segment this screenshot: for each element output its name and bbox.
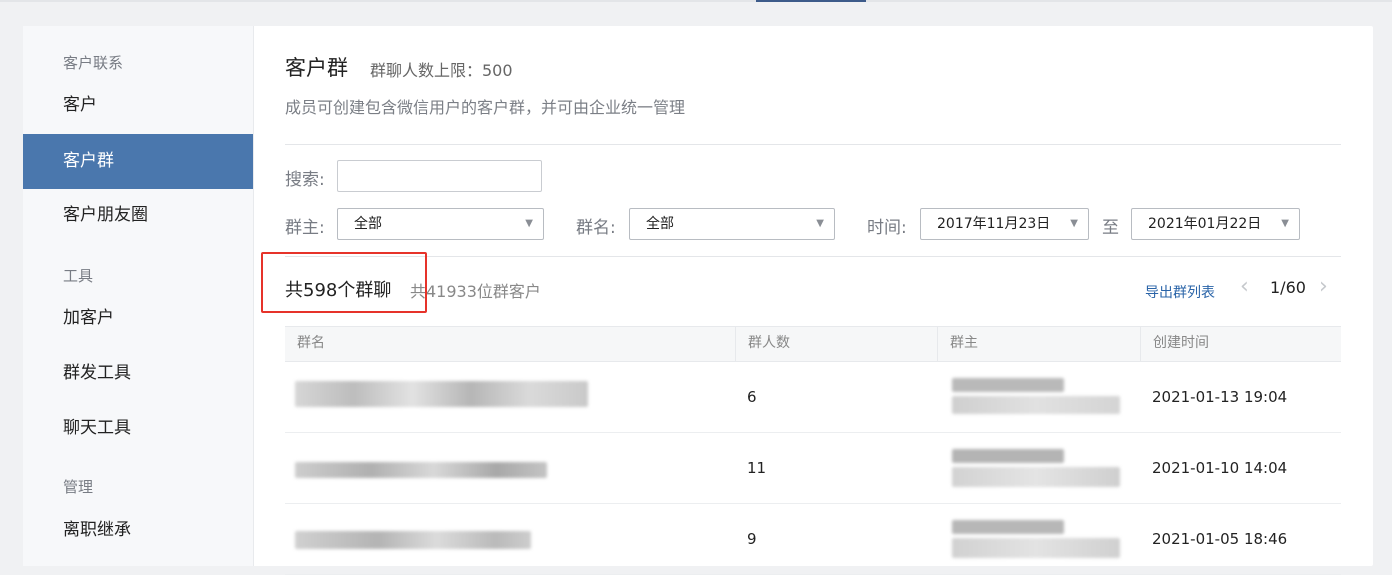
sidebar: 客户联系 客户 客户群 客户朋友圈 工具 加客户 群发工具 聊天工具 管理 离职… xyxy=(23,26,254,566)
group-name-select[interactable]: 全部 ▼ xyxy=(629,208,835,240)
page-title: 客户群 xyxy=(285,56,348,80)
sidebar-item-resigned-inheritance[interactable]: 离职继承 xyxy=(23,503,253,558)
page-description: 成员可创建包含微信用户的客户群，并可由企业统一管理 xyxy=(285,98,686,117)
member-count-cell: 6 xyxy=(747,388,757,406)
caret-down-icon: ▼ xyxy=(525,218,533,229)
redacted-owner-detail xyxy=(952,396,1120,414)
time-filter-label: 时间: xyxy=(867,218,907,238)
export-group-list-link[interactable]: 导出群列表 xyxy=(1145,282,1215,302)
top-nav-indicator xyxy=(756,0,866,2)
main-panel: 客户群 群聊人数上限：500 成员可创建包含微信用户的客户群，并可由企业统一管理… xyxy=(261,26,1341,575)
redacted-owner xyxy=(952,520,1064,534)
owner-select[interactable]: 全部 ▼ xyxy=(337,208,544,240)
chevron-right-icon[interactable]: › xyxy=(1319,274,1328,299)
group-name-filter-label: 群名: xyxy=(576,218,616,238)
filter-divider xyxy=(285,256,1341,257)
caret-down-icon: ▼ xyxy=(1281,218,1289,229)
sidebar-section-management: 管理 xyxy=(63,478,94,496)
annotation-highlight-box xyxy=(261,252,427,313)
customer-count: 共41933位群客户 xyxy=(410,282,541,301)
sidebar-item-add-customer[interactable]: 加客户 xyxy=(23,291,253,346)
search-input[interactable] xyxy=(337,160,542,192)
redacted-group-name xyxy=(295,381,588,407)
group-name-select-value: 全部 xyxy=(646,216,674,232)
start-date-value: 2017年11月23日 xyxy=(937,216,1051,232)
owner-filter-label: 群主: xyxy=(285,218,325,238)
created-time-cell: 2021-01-05 18:46 xyxy=(1152,530,1288,548)
table-row[interactable]: 11 2021-01-10 14:04 xyxy=(285,433,1341,504)
table-row[interactable]: 9 2021-01-05 18:46 xyxy=(285,504,1341,575)
group-limit-text: 群聊人数上限：500 xyxy=(370,61,513,80)
sidebar-item-customer-groups[interactable]: 客户群 xyxy=(23,134,253,189)
content-card: 客户联系 客户 客户群 客户朋友圈 工具 加客户 群发工具 聊天工具 管理 离职… xyxy=(23,26,1373,575)
group-table: 群名 群人数 群主 创建时间 6 2021-01-13 19:04 11 202… xyxy=(285,326,1341,575)
created-time-cell: 2021-01-13 19:04 xyxy=(1152,388,1288,406)
owner-select-value: 全部 xyxy=(354,216,382,232)
sidebar-item-broadcast-tool[interactable]: 群发工具 xyxy=(23,346,253,401)
column-header-group-name: 群名 xyxy=(297,335,325,351)
sidebar-section-customer-contact: 客户联系 xyxy=(63,54,124,72)
table-header: 群名 群人数 群主 创建时间 xyxy=(285,326,1341,362)
redacted-owner xyxy=(952,378,1064,392)
sidebar-section-tools: 工具 xyxy=(63,267,94,285)
start-date-select[interactable]: 2017年11月23日 ▼ xyxy=(920,208,1089,240)
end-date-value: 2021年01月22日 xyxy=(1148,216,1262,232)
member-count-cell: 9 xyxy=(747,530,757,548)
caret-down-icon: ▼ xyxy=(816,218,824,229)
header-divider xyxy=(285,144,1341,145)
table-row[interactable]: 6 2021-01-13 19:04 xyxy=(285,362,1341,433)
end-date-select[interactable]: 2021年01月22日 ▼ xyxy=(1131,208,1300,240)
redacted-owner-detail xyxy=(952,467,1120,487)
sidebar-item-chat-tool[interactable]: 聊天工具 xyxy=(23,401,253,456)
date-range-separator: 至 xyxy=(1102,218,1119,238)
page-indicator: 1/60 xyxy=(1270,278,1306,297)
column-header-created-time: 创建时间 xyxy=(1140,327,1341,361)
redacted-group-name xyxy=(295,462,547,478)
member-count-cell: 11 xyxy=(747,459,767,477)
sidebar-item-moments[interactable]: 客户朋友圈 xyxy=(23,188,253,243)
search-label: 搜索: xyxy=(285,170,325,190)
created-time-cell: 2021-01-10 14:04 xyxy=(1152,459,1288,477)
redacted-group-name xyxy=(295,531,531,549)
chevron-left-icon[interactable]: ‹ xyxy=(1240,274,1249,299)
caret-down-icon: ▼ xyxy=(1070,218,1078,229)
redacted-owner xyxy=(952,449,1064,463)
column-header-member-count: 群人数 xyxy=(735,327,937,361)
top-border xyxy=(0,0,1392,2)
column-header-owner: 群主 xyxy=(937,327,1140,361)
redacted-owner-detail xyxy=(952,538,1120,558)
sidebar-item-customers[interactable]: 客户 xyxy=(23,78,253,133)
